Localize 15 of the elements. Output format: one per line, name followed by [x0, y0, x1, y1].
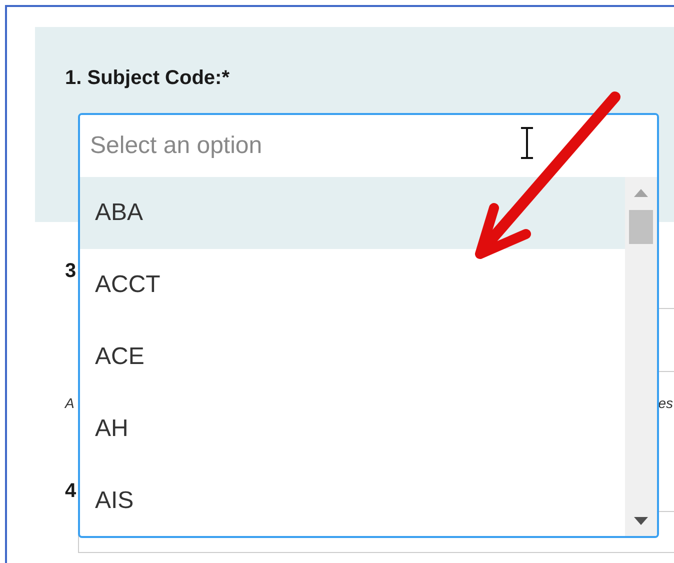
question-number: 3 — [65, 260, 76, 284]
scroll-up-icon[interactable] — [634, 189, 648, 197]
note-text: es — [658, 395, 673, 413]
question-number: 4 — [65, 480, 76, 503]
scrollbar[interactable] — [625, 177, 657, 536]
dropdown-option[interactable]: ACCT — [80, 249, 625, 321]
note-text: A — [65, 395, 74, 413]
scroll-thumb[interactable] — [629, 210, 653, 244]
dropdown-option[interactable]: AH — [80, 393, 625, 465]
text-cursor-icon — [519, 127, 535, 159]
dropdown-option[interactable]: ABA — [80, 177, 625, 249]
dropdown-option[interactable]: ACE — [80, 321, 625, 393]
scroll-down-icon[interactable] — [634, 517, 648, 525]
dropdown-option[interactable]: AIS — [80, 465, 625, 536]
question-label: 1. Subject Code:* — [65, 67, 230, 90]
